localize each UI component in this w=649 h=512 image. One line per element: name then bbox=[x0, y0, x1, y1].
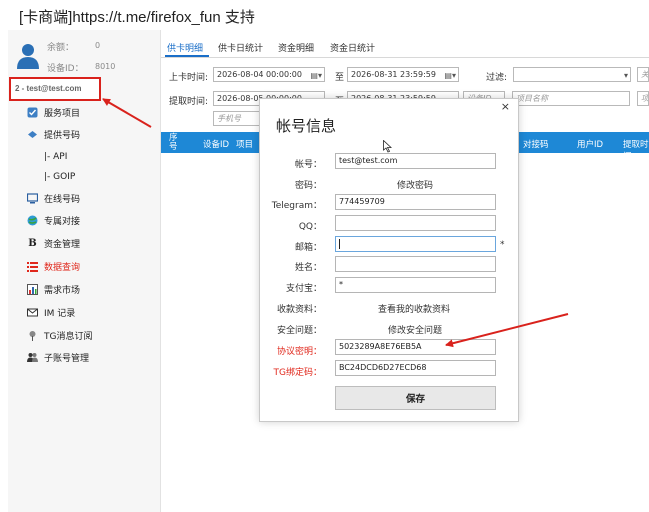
app-window: { "window": { "title": "[卡商端]https://t.m… bbox=[0, 0, 649, 512]
annotation-arrow-user bbox=[102, 98, 152, 128]
annotation-arrows bbox=[102, 98, 569, 348]
annotation-arrow-key bbox=[445, 313, 569, 348]
